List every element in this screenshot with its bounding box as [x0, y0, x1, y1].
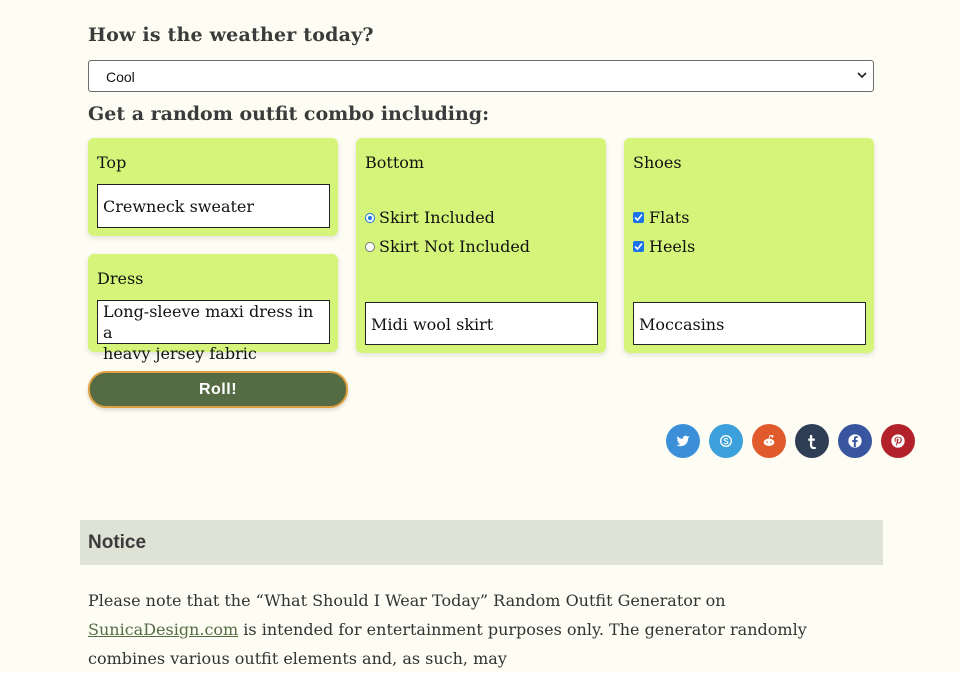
top-field[interactable]: Crewneck sweater: [97, 184, 330, 228]
share-tumblr-button[interactable]: [795, 424, 829, 458]
dress-card: Dress Long-sleeve maxi dress in a heavy …: [88, 254, 338, 363]
checkbox-checked-icon[interactable]: [633, 241, 644, 252]
flats-option[interactable]: Flats: [633, 208, 689, 227]
bottom-field[interactable]: Midi wool skirt: [365, 302, 598, 345]
dress-value-line2: heavy jersey fabric: [103, 344, 257, 363]
heels-option[interactable]: Heels: [633, 237, 695, 256]
weather-select-value: Cool: [106, 69, 135, 85]
twitter-icon: [676, 435, 690, 447]
radio-unselected-icon[interactable]: [365, 241, 375, 252]
shoes-field[interactable]: Moccasins: [633, 302, 866, 345]
roll-button[interactable]: Roll!: [88, 371, 348, 408]
dress-value-line1: Long-sleeve maxi dress in a: [103, 302, 314, 342]
shoes-card: Shoes Flats Heels Moccasins: [624, 138, 874, 353]
shoes-title: Shoes: [633, 153, 682, 172]
skirt-included-label: Skirt Included: [379, 208, 495, 227]
top-card: Top Crewneck sweater: [88, 138, 338, 236]
flats-label: Flats: [649, 208, 690, 227]
skirt-included-option[interactable]: Skirt Included: [365, 208, 495, 227]
sunica-design-link[interactable]: SunicaDesign.com: [88, 620, 238, 639]
bottom-card: Bottom Skirt Included Skirt Not Included…: [356, 138, 606, 353]
notice-heading: Notice: [88, 532, 147, 553]
notice-paragraph: Please note that the “What Should I Wear…: [88, 586, 868, 673]
bottom-title: Bottom: [365, 153, 425, 172]
combo-heading: Get a random outfit combo including:: [88, 103, 490, 125]
radio-selected-icon[interactable]: [365, 212, 375, 223]
heels-label: Heels: [649, 237, 696, 256]
share-skype-button[interactable]: [709, 424, 743, 458]
share-reddit-button[interactable]: [752, 424, 786, 458]
dress-field[interactable]: Long-sleeve maxi dress in a heavy jersey…: [97, 300, 330, 363]
dress-title: Dress: [97, 269, 144, 288]
top-title: Top: [97, 153, 127, 172]
bottom-value: Midi wool skirt: [371, 315, 494, 334]
skirt-not-included-option[interactable]: Skirt Not Included: [365, 237, 530, 256]
weather-question: How is the weather today?: [88, 24, 374, 46]
facebook-icon: [848, 434, 862, 448]
share-facebook-button[interactable]: [838, 424, 872, 458]
pinterest-icon: [891, 434, 905, 448]
share-twitter-button[interactable]: [666, 424, 700, 458]
shoes-value: Moccasins: [639, 315, 725, 334]
checkbox-checked-icon[interactable]: [633, 212, 644, 223]
skype-icon: [720, 435, 732, 447]
share-pinterest-button[interactable]: [881, 424, 915, 458]
chevron-down-icon: [857, 72, 867, 79]
skirt-not-included-label: Skirt Not Included: [379, 237, 531, 256]
weather-select[interactable]: Cool: [88, 60, 874, 92]
notice-bar: Notice: [80, 520, 883, 565]
top-value: Crewneck sweater: [103, 197, 255, 216]
notice-text-before: Please note that the “What Should I Wear…: [88, 591, 726, 610]
tumblr-icon: [808, 434, 816, 449]
reddit-icon: [763, 434, 775, 446]
